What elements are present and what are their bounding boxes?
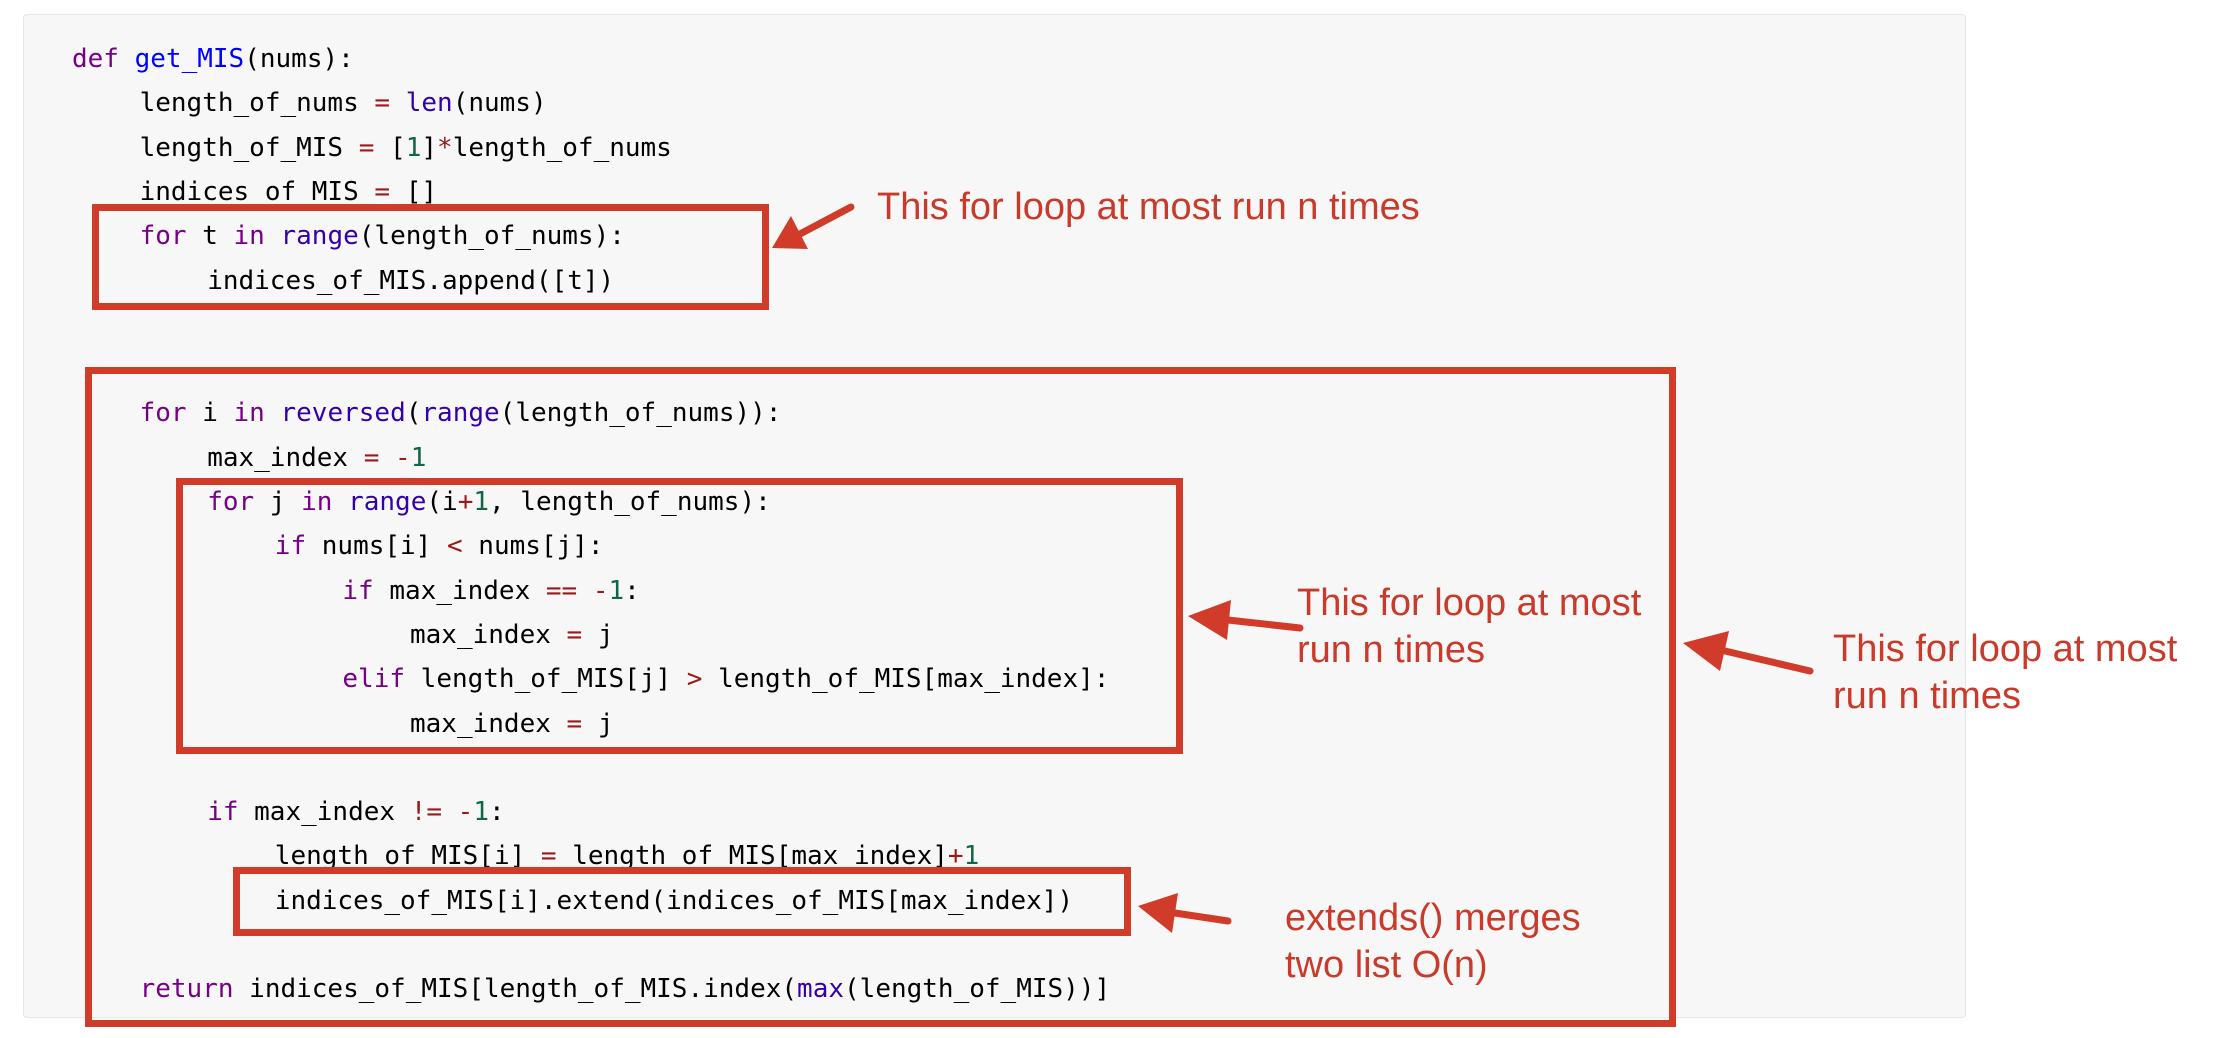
code-token: get_MIS bbox=[134, 44, 245, 74]
code-token: (nums) bbox=[452, 88, 547, 119]
code-line: def get_MIS(nums): bbox=[72, 37, 354, 81]
code-token: 1 bbox=[405, 132, 422, 163]
code-token: * bbox=[437, 132, 453, 163]
annotation-line: This for loop at most run n times bbox=[877, 186, 1420, 228]
annotation-line: This for loop at most bbox=[1297, 582, 1642, 624]
outer-loop-annotation: This for loop at most run n times bbox=[1833, 626, 2177, 720]
code-token: = bbox=[374, 176, 391, 207]
first-loop-box bbox=[92, 204, 769, 310]
code-token: ] bbox=[421, 132, 438, 163]
code-token: indices_of_MIS bbox=[139, 176, 375, 207]
code-token: def bbox=[72, 44, 119, 74]
extend-call-box bbox=[233, 867, 1131, 936]
code-line: length_of_MIS = [1]*length_of_nums bbox=[140, 126, 672, 170]
code-token: [] bbox=[390, 176, 438, 207]
code-token: = bbox=[358, 132, 375, 163]
code-token: (nums): bbox=[244, 44, 354, 74]
inner-loop-annotation: This for loop at most run n times bbox=[1297, 580, 1641, 674]
inner-loop-box bbox=[176, 478, 1183, 754]
code-token: = bbox=[374, 88, 391, 119]
extend-annotation: extends() merges two list O(n) bbox=[1285, 895, 1581, 989]
annotation-line: extends() merges bbox=[1285, 897, 1581, 939]
code-token: [ bbox=[374, 132, 406, 163]
annotation-line: two list O(n) bbox=[1285, 944, 1488, 986]
code-token: length_of_nums bbox=[139, 88, 375, 119]
code-token: length_of_nums bbox=[452, 132, 672, 163]
annotation-line: This for loop at most bbox=[1833, 628, 2178, 670]
code-token: len bbox=[405, 88, 453, 119]
annotation-line: run n times bbox=[1833, 675, 2021, 717]
code-line: length_of_nums = len(nums) bbox=[140, 81, 547, 125]
code-token: length_of_MIS bbox=[139, 132, 359, 163]
first-loop-annotation: This for loop at most run n times bbox=[877, 184, 1420, 231]
annotation-line: run n times bbox=[1297, 629, 1485, 671]
